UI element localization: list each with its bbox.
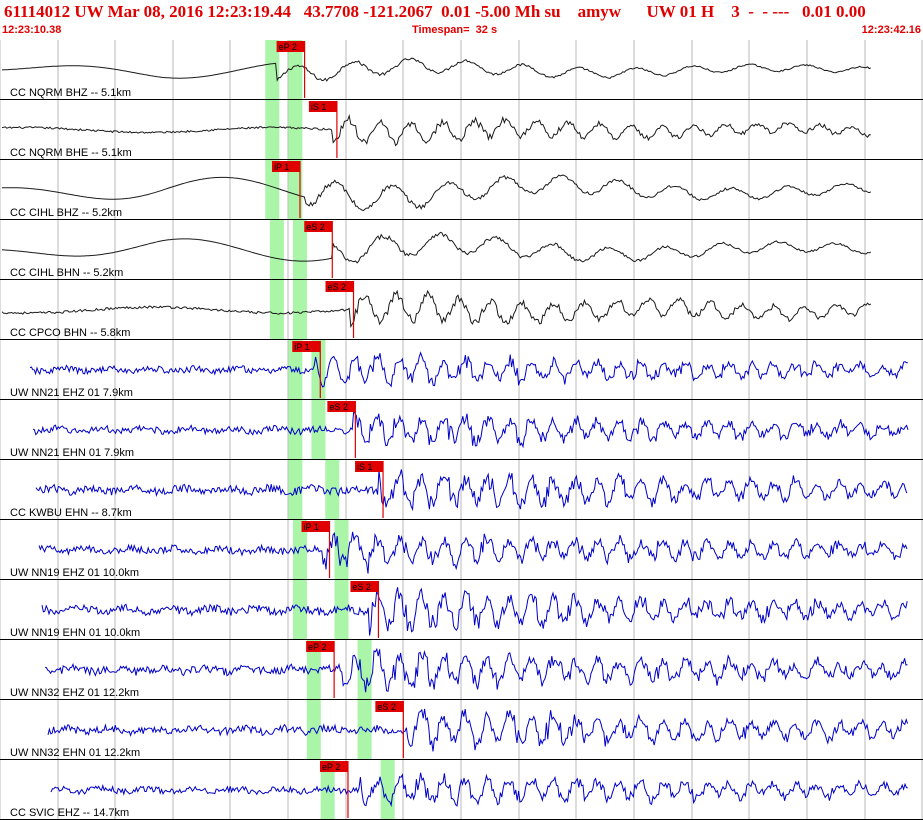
waveform-canvas[interactable]: eP 2 CC NQRM BHZ -- 5.1km iS 1 CC NQRM BHE … (0, 40, 923, 820)
waveform-trace[interactable] (1, 113, 871, 147)
pick-window (288, 400, 303, 460)
phase-pick[interactable]: eS 2 (350, 581, 380, 638)
pick-label: iS 1 (357, 462, 373, 472)
waveform-trace[interactable] (50, 772, 908, 808)
pick-window (288, 100, 303, 160)
station-label: UW NN21 EHN 01 7.9km (10, 447, 134, 459)
station-label: UW NN19 EHN 01 10.0km (10, 627, 140, 639)
pick-label: eS 2 (306, 222, 325, 232)
pick-label: iP 1 (274, 162, 289, 172)
pick-label: eS 2 (352, 582, 371, 592)
pick-window (265, 100, 280, 160)
waveform-trace[interactable] (1, 174, 872, 212)
pick-label: iP 1 (294, 342, 309, 352)
waveform-trace[interactable] (44, 647, 908, 693)
station-label: CC SVIC EHZ -- 14.7km (10, 807, 129, 819)
phase-pick[interactable]: eS 2 (375, 701, 404, 758)
pick-label: eP 2 (322, 762, 340, 772)
waveform-panels[interactable]: eP 2 CC NQRM BHZ -- 5.1km iS 1 CC NQRM BHE … (0, 40, 923, 820)
phase-pick[interactable]: eS 2 (304, 221, 333, 278)
pick-window (269, 280, 284, 340)
pick-label: iP 1 (304, 522, 319, 532)
waveform-trace[interactable] (47, 708, 909, 752)
header: 61114012 UW Mar 08, 2016 12:23:19.44 43.… (0, 0, 923, 40)
pick-label: iS 1 (311, 102, 327, 112)
waveform-trace[interactable] (38, 531, 908, 574)
pick-label: eP 2 (279, 42, 297, 52)
station-label: CC KWBU EHN -- 8.7km (10, 507, 132, 519)
waveform-trace[interactable] (29, 351, 908, 388)
pick-window (334, 520, 349, 580)
station-label: CC NQRM BHZ -- 5.1km (10, 87, 131, 99)
pick-label: eS 2 (329, 402, 348, 412)
station-label: CC NQRM BHE -- 5.1km (10, 147, 132, 159)
station-label: UW NN32 EHZ 01 12.2km (10, 687, 139, 699)
start-time: 12:23:10.38 (2, 24, 62, 36)
waveform-trace[interactable] (41, 587, 908, 636)
station-label: UW NN32 EHN 01 12.2km (10, 747, 140, 759)
waveform-trace[interactable] (1, 57, 872, 82)
waveform-trace[interactable] (1, 289, 872, 329)
station-label: UW NN19 EHZ 01 10.0km (10, 567, 139, 579)
pick-window (269, 220, 284, 280)
end-time: 12:23:42.16 (861, 24, 921, 36)
waveform-trace[interactable] (32, 411, 909, 449)
station-label: CC CIHL BHZ -- 5.2km (10, 207, 122, 219)
pick-window (357, 640, 372, 700)
pick-label: eP 2 (308, 642, 326, 652)
pick-window (292, 280, 307, 340)
pick-label: eS 2 (377, 702, 396, 712)
station-label: CC CIHL BHN -- 5.2km (10, 267, 123, 279)
pick-label: eS 2 (328, 282, 347, 292)
waveform-trace[interactable] (1, 231, 872, 264)
station-label: UW NN21 EHZ 01 7.9km (10, 387, 133, 399)
waveform-trace[interactable] (35, 469, 908, 512)
station-label: CC CPCO BHN -- 5.8km (10, 327, 130, 339)
timespan: Timespan= 32 s (412, 24, 498, 36)
event-title: 61114012 UW Mar 08, 2016 12:23:19.44 43.… (4, 2, 866, 21)
